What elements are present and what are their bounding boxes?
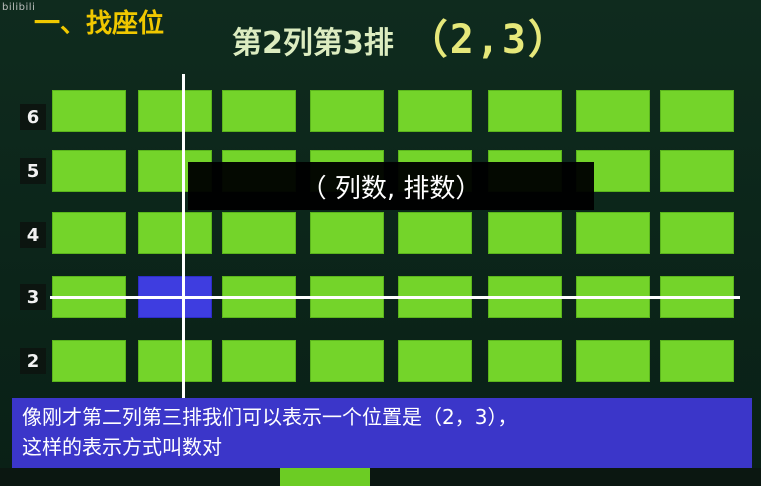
- seat: [52, 150, 126, 192]
- seat: [660, 90, 734, 132]
- seat: [398, 212, 472, 254]
- seat: [138, 90, 212, 132]
- seat: [310, 90, 384, 132]
- bilibili-watermark: bilibili: [2, 2, 36, 13]
- seat: [52, 90, 126, 132]
- seat: [222, 212, 296, 254]
- row-label-5: 5: [20, 158, 46, 184]
- lesson-title: 第2列第3排 （2,3）: [232, 20, 570, 64]
- seat: [660, 212, 734, 254]
- subtitle-box: 像刚才第二列第三排我们可以表示一个位置是（2，3）， 这样的表示方式叫数对: [12, 398, 752, 468]
- seat: [398, 90, 472, 132]
- seat: [576, 90, 650, 132]
- seat: [398, 340, 472, 382]
- seat: [52, 212, 126, 254]
- seat: [488, 90, 562, 132]
- seat: [52, 340, 126, 382]
- seat: [576, 212, 650, 254]
- row-label-4: 4: [20, 222, 46, 248]
- seat: [222, 90, 296, 132]
- seat: [488, 340, 562, 382]
- row-guide-line: [50, 296, 740, 299]
- row-label-6: 6: [20, 104, 46, 130]
- seat: [660, 150, 734, 192]
- seat: [310, 212, 384, 254]
- seat: [660, 340, 734, 382]
- seat: [576, 340, 650, 382]
- seat: [138, 340, 212, 382]
- subtitle-line-1: 像刚才第二列第三排我们可以表示一个位置是（2，3），: [22, 405, 518, 429]
- title-text: 第2列第3排: [232, 26, 394, 61]
- subtitle-line-2: 这样的表示方式叫数对: [22, 435, 222, 459]
- title-coordinate: （2,3）: [407, 17, 570, 63]
- bottom-strip: [0, 468, 761, 486]
- seat: [488, 212, 562, 254]
- seat: [310, 340, 384, 382]
- row-label-2: 2: [20, 348, 46, 374]
- notation-caption: （ 列数, 排数）: [188, 162, 594, 210]
- section-heading: 一、找座位: [34, 9, 165, 39]
- bottom-seat-edge: [280, 466, 370, 486]
- seat: [138, 212, 212, 254]
- seat: [222, 340, 296, 382]
- column-guide-line: [182, 74, 185, 404]
- row-label-3: 3: [20, 284, 46, 310]
